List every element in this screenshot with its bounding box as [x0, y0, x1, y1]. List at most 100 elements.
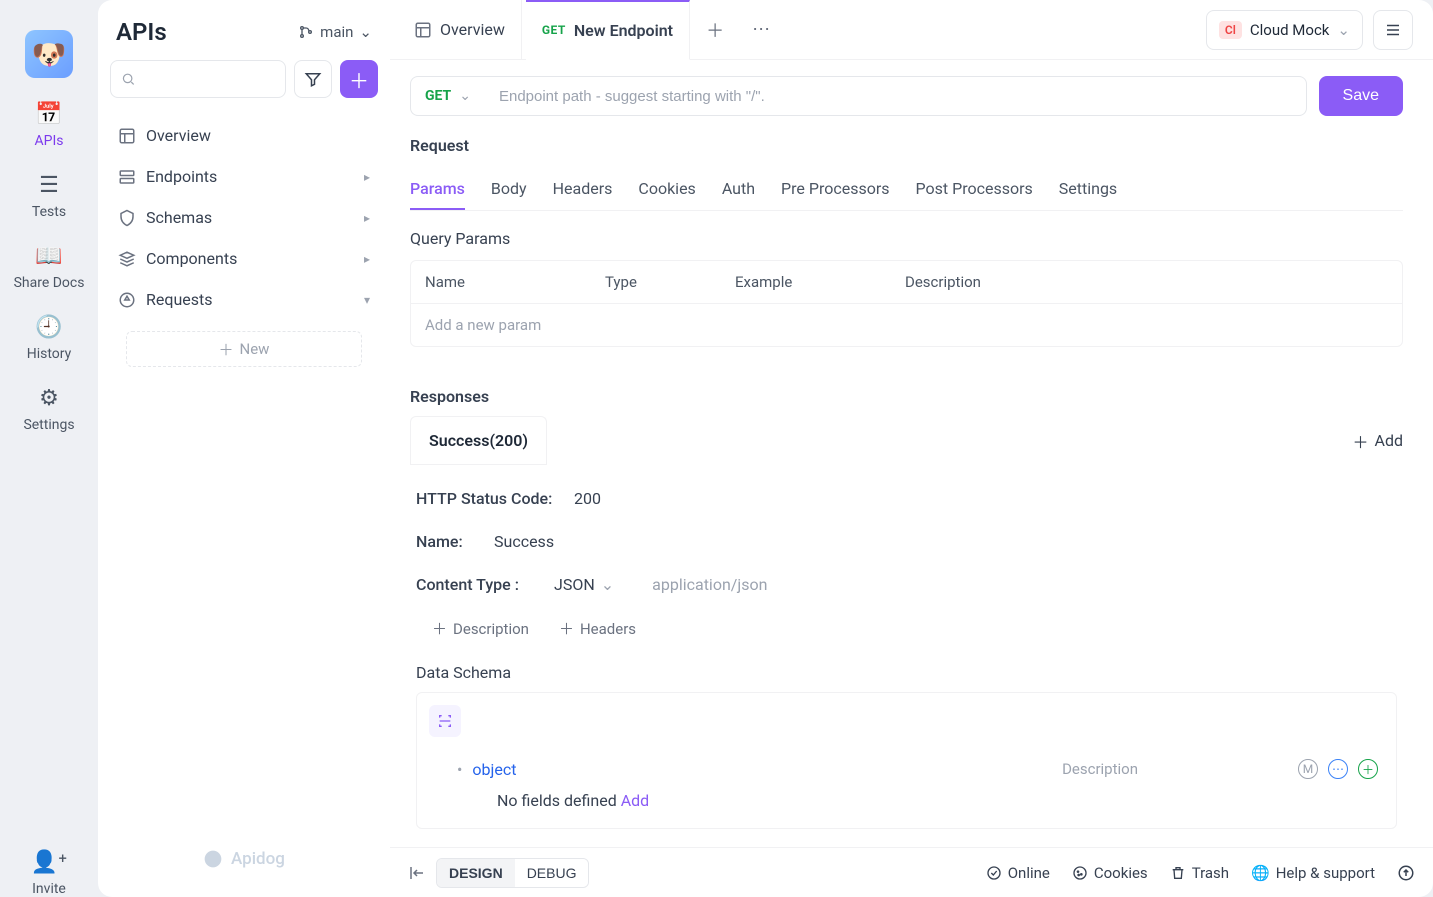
footer-help[interactable]: 🌐 Help & support: [1251, 864, 1375, 882]
footer-notifications-button[interactable]: [1397, 864, 1415, 882]
add-description-button[interactable]: ＋ Description: [432, 618, 529, 639]
tests-icon: ☰: [39, 173, 59, 198]
req-tab-auth[interactable]: Auth: [722, 169, 755, 210]
rail-item-settings[interactable]: ⚙ Settings: [23, 386, 74, 433]
tree-item-label: Overview: [146, 126, 211, 145]
add-response-button[interactable]: ＋ Add: [1353, 429, 1404, 453]
add-headers-button[interactable]: ＋ Headers: [559, 618, 636, 639]
env-label: Cloud Mock: [1250, 21, 1330, 39]
tree-new-button[interactable]: ＋ New: [126, 331, 362, 367]
request-section-title: Request: [410, 136, 1403, 155]
tree-item-label: Endpoints: [146, 167, 217, 186]
tab-add-button[interactable]: ＋: [694, 17, 736, 43]
col-example: Example: [735, 273, 905, 291]
globe-icon: 🌐: [1251, 864, 1270, 882]
tree-item-label: Requests: [146, 290, 213, 309]
upload-circle-icon: [1397, 864, 1415, 882]
tree-search-input[interactable]: [136, 71, 276, 87]
tree-item-requests[interactable]: Requests ▾: [110, 282, 378, 317]
req-tab-preproc[interactable]: Pre Processors: [781, 169, 889, 210]
req-tab-postproc[interactable]: Post Processors: [916, 169, 1033, 210]
tree-search[interactable]: [110, 60, 286, 98]
rail-label: Settings: [23, 417, 74, 433]
add-response-label: Add: [1375, 431, 1403, 450]
bullet-icon: •: [457, 760, 462, 779]
menu-button[interactable]: [1373, 10, 1413, 50]
branch-selector[interactable]: main ⌄: [298, 23, 372, 41]
mode-debug[interactable]: DEBUG: [515, 859, 589, 887]
footer-cookies[interactable]: Cookies: [1072, 864, 1148, 882]
scan-icon: [437, 713, 453, 729]
req-tab-settings[interactable]: Settings: [1059, 169, 1117, 210]
rail-item-sharedocs[interactable]: 📖 Share Docs: [14, 244, 85, 291]
tab-more-button[interactable]: ⋯: [740, 19, 782, 40]
footer-label: Trash: [1192, 864, 1229, 882]
schema-empty-state: No fields defined Add: [417, 785, 1396, 828]
schema-description-input[interactable]: Description: [1062, 760, 1138, 778]
rail-item-invite[interactable]: 👤⁺ Invite: [31, 850, 67, 897]
schema-empty-add-link[interactable]: Add: [621, 791, 649, 810]
mini-label: Description: [453, 620, 529, 638]
collapse-panel-button[interactable]: [408, 864, 426, 882]
add-param-row[interactable]: Add a new param: [411, 304, 1402, 346]
plus-icon: ＋: [349, 65, 369, 94]
brand-icon: [203, 849, 223, 869]
chevron-down-icon: ⌄: [459, 88, 471, 104]
schema-generate-button[interactable]: [429, 705, 461, 737]
content-type-selector[interactable]: JSON ⌄: [554, 575, 614, 594]
tree-item-components[interactable]: Components ▸: [110, 241, 378, 276]
response-name-value[interactable]: Success: [494, 532, 554, 551]
check-circle-icon: [986, 865, 1002, 881]
req-tab-body[interactable]: Body: [491, 169, 527, 210]
add-button[interactable]: ＋: [340, 60, 378, 98]
trash-icon: [1170, 865, 1186, 881]
schema-add-field-button[interactable]: ＋: [1358, 759, 1378, 779]
tree-item-overview[interactable]: Overview: [110, 118, 378, 153]
schema-mock-button[interactable]: M: [1298, 759, 1318, 779]
apis-icon: 📅: [35, 102, 62, 127]
filter-button[interactable]: [294, 60, 332, 98]
tab-new-endpoint[interactable]: GET New Endpoint: [526, 0, 690, 60]
schema-more-button[interactable]: ⋯: [1328, 759, 1348, 779]
method-selector[interactable]: GET ⌄: [410, 76, 485, 116]
footer-online[interactable]: Online: [986, 864, 1050, 882]
req-tab-cookies[interactable]: Cookies: [638, 169, 695, 210]
invite-icon: 👤⁺: [31, 850, 67, 875]
url-input[interactable]: [485, 76, 1307, 116]
response-name-label: Name:: [416, 532, 476, 551]
tree-item-schemas[interactable]: Schemas ▸: [110, 200, 378, 235]
collapse-icon: [408, 864, 426, 882]
rail-item-apis[interactable]: 📅 APIs: [35, 102, 64, 149]
rail-item-history[interactable]: 🕘 History: [27, 315, 72, 362]
response-body: HTTP Status Code: 200 Name: Success Cont…: [410, 465, 1403, 847]
content-type-hint: application/json: [652, 575, 767, 594]
save-button[interactable]: Save: [1319, 76, 1403, 116]
rail-item-tests[interactable]: ☰ Tests: [32, 173, 66, 220]
col-description: Description: [905, 273, 1388, 291]
brand-name: Apidog: [231, 849, 285, 869]
tab-overview[interactable]: Overview: [398, 0, 522, 60]
brand-footer: Apidog: [98, 839, 390, 879]
footer-trash[interactable]: Trash: [1170, 864, 1229, 882]
book-icon: 📖: [35, 244, 62, 269]
content-type-value: JSON: [554, 575, 595, 594]
tree-item-endpoints[interactable]: Endpoints ▸: [110, 159, 378, 194]
req-tab-params[interactable]: Params: [410, 169, 465, 210]
tab-label: Overview: [440, 20, 505, 39]
nav-rail: 🐶 📅 APIs ☰ Tests 📖 Share Docs 🕘 History …: [0, 0, 98, 897]
branch-name: main: [320, 23, 353, 41]
status-code-value[interactable]: 200: [574, 489, 601, 508]
response-tab-success[interactable]: Success(200): [410, 416, 547, 464]
main-panel: Overview GET New Endpoint ＋ ⋯ Cl Cloud M…: [390, 0, 1433, 897]
plus-icon: ＋: [706, 17, 724, 43]
environment-selector[interactable]: Cl Cloud Mock ⌄: [1206, 10, 1363, 50]
schema-root-type[interactable]: object: [472, 760, 516, 779]
params-header-row: Name Type Example Description: [411, 261, 1402, 304]
search-icon: [121, 71, 136, 87]
workspace-avatar[interactable]: 🐶: [25, 30, 73, 78]
schema-editor: • object Description M ⋯ ＋ No fields def…: [416, 692, 1397, 829]
branch-icon: [298, 24, 314, 40]
chevron-right-icon: ▸: [364, 252, 370, 266]
req-tab-headers[interactable]: Headers: [553, 169, 613, 210]
mode-design[interactable]: DESIGN: [437, 859, 515, 887]
